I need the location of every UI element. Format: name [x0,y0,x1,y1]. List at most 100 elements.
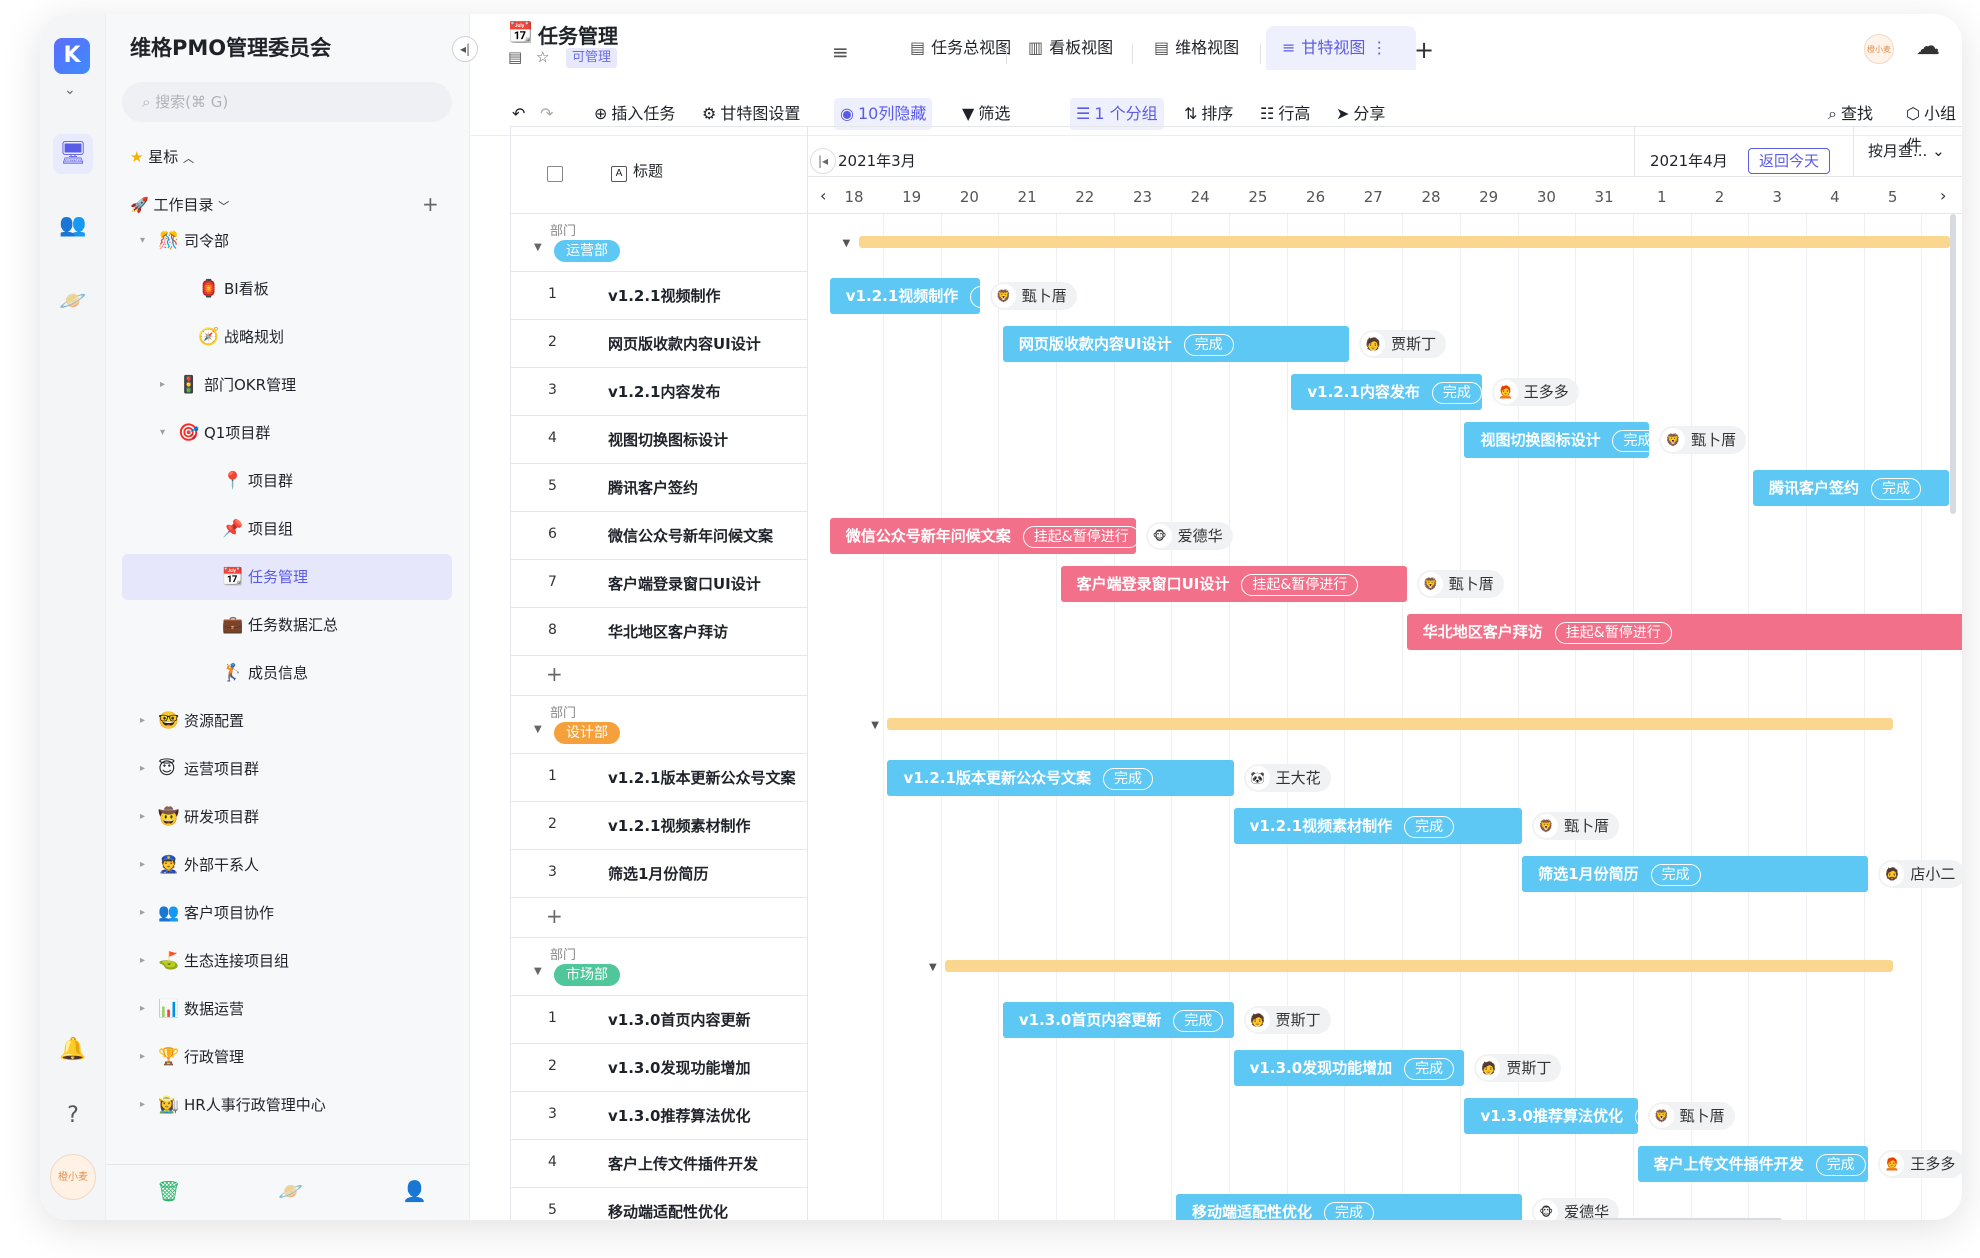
timescale-select[interactable]: 按月查... ⌄ [1853,126,1962,176]
sidebar-item[interactable]: ▸ 🏆 行政管理 [122,1034,452,1080]
description-icon[interactable]: ▤ [508,48,522,66]
invite-member-icon[interactable]: 👤 [402,1179,427,1203]
plus-icon[interactable]: + [546,904,563,928]
caret-down-icon[interactable]: ▾ [140,218,145,264]
owner-chip[interactable]: 🦁 甄卜厝 [1659,426,1747,454]
gantt-task-bar[interactable]: 华北地区客户拜访 挂起&暂停进行 [1406,614,1962,650]
caret-down-icon[interactable]: ▼ [534,242,542,253]
caret-down-icon[interactable]: ▼ [534,966,542,977]
caret-right-icon[interactable]: ▸ [140,1034,145,1080]
owner-chip[interactable]: 🦁 甄卜厝 [989,282,1077,310]
caret-right-icon[interactable]: ▸ [140,890,145,936]
sidebar-item[interactable]: 🧭 战略规划 [122,314,452,360]
add-record-row[interactable]: + [510,898,808,938]
owner-chip[interactable]: 🦁 甄卜厝 [1647,1102,1735,1130]
user-avatar[interactable]: 橙小麦 [50,1154,96,1200]
collaborator-avatar[interactable]: 橙小麦 [1864,34,1894,64]
sidebar-item[interactable]: ▸ 🤓 资源配置 [122,698,452,744]
more-icon[interactable]: ⋮ [1371,38,1387,57]
caret-right-icon[interactable]: ▸ [140,986,145,1032]
gantt-task-bar[interactable]: 客户端登录窗口UI设计 挂起&暂停进行 [1060,566,1407,602]
owner-chip[interactable]: 🐵 爱德华 [1532,1198,1620,1220]
title-column-header[interactable]: A 标题 [611,160,663,182]
gantt-task-bar[interactable]: v1.2.1版本更新公众号文案 完成 [887,760,1234,796]
gantt-task-bar[interactable]: v1.3.0首页内容更新 完成 [1002,1002,1234,1038]
add-view-button[interactable]: + [1414,36,1434,64]
tab-view[interactable]: ▤ 任务总视图 [894,26,1027,70]
table-row[interactable]: 6 微信公众号新年问候文案 [510,512,808,560]
sidebar-item[interactable]: 🏮 BI看板 [122,266,452,312]
members-icon[interactable]: 👥 [53,206,93,246]
sidebar-item[interactable]: 📍 项目群 [122,458,452,504]
table-row[interactable]: 4 客户上传文件插件开发 [510,1140,808,1188]
sidebar-item[interactable]: ▸ 👥 客户项目协作 [122,890,452,936]
sync-cloud-icon[interactable]: ☁ [1916,32,1940,60]
table-row[interactable]: 3 v1.3.0推荐算法优化 [510,1092,808,1140]
owner-chip[interactable]: 🦁 甄卜厝 [1416,570,1504,598]
caret-down-icon[interactable]: ▾ [160,410,165,456]
owner-chip[interactable]: 🧑 贾斯丁 [1359,330,1447,358]
collapse-task-list-icon[interactable]: |◂ [810,148,836,174]
table-row[interactable]: 2 v1.2.1视频素材制作 [510,802,808,850]
owner-chip[interactable]: 🐼 王大花 [1243,764,1331,792]
trash-icon[interactable]: 🗑 [156,1179,181,1203]
caret-right-icon[interactable]: ▸ [140,794,145,840]
view-list-icon[interactable]: ≡ [832,40,849,64]
gantt-task-bar[interactable]: v1.2.1内容发布 完成 [1291,374,1482,410]
workbench-icon[interactable]: 🖥 [53,134,93,174]
owner-chip[interactable]: 🧑‍🦰 王多多 [1491,378,1579,406]
catalog-section[interactable]: 🚀 工作目录 ﹀ [130,194,229,215]
chevron-down-icon[interactable]: ⌄ [64,82,76,98]
planet-icon[interactable]: 🪐 [278,1179,303,1203]
star-outline-icon[interactable]: ☆ [536,48,549,66]
gantt-task-bar[interactable]: v1.3.0发现功能增加 完成 [1233,1050,1465,1086]
app-logo[interactable]: K [54,38,90,74]
caret-right-icon[interactable]: ▸ [140,842,145,888]
sidebar-item[interactable]: ▸ 📊 数据运营 [122,986,452,1032]
table-row[interactable]: 3 筛选1月份简历 [510,850,808,898]
gantt-task-bar[interactable]: 网页版收款内容UI设计 完成 [1002,326,1350,362]
gantt-task-bar[interactable]: 腾讯客户签约 完成 [1752,470,1950,506]
table-row[interactable]: 8 华北地区客户拜访 [510,608,808,656]
starred-section[interactable]: ★ 星标 ︿ [130,146,194,167]
vertical-scrollbar[interactable] [1950,214,1956,514]
help-icon[interactable]: ? [53,1096,93,1136]
tab-view[interactable]: ▥ 看板视图 [1012,26,1129,70]
sidebar-item[interactable]: 📌 项目组 [122,506,452,552]
sidebar-item[interactable]: 📆 任务管理 [122,554,452,600]
search-input[interactable]: ⌕ 搜索(⌘ G) [122,82,452,122]
back-to-today-button[interactable]: 返回今天 [1748,148,1831,174]
table-row[interactable]: 3 v1.2.1内容发布 [510,368,808,416]
sidebar-item[interactable]: ▾ 🎯 Q1项目群 [122,410,452,456]
table-row[interactable]: 5 腾讯客户签约 [510,464,808,512]
owner-chip[interactable]: 🧑‍🦰 王多多 [1878,1150,1962,1178]
select-all-checkbox[interactable] [547,166,563,182]
sidebar-item[interactable]: ▸ 🚦 部门OKR管理 [122,362,452,408]
gantt-task-bar[interactable]: v1.3.0推荐算法优化完成 [1464,1098,1685,1134]
gantt-task-bar[interactable]: 客户上传文件插件开发 完成 [1637,1146,1869,1182]
table-row[interactable]: 5 移动端适配性优化 [510,1188,808,1220]
caret-right-icon[interactable]: ▸ [140,746,145,792]
table-row[interactable]: 1 v1.2.1视频制作 [510,272,808,320]
gantt-task-bar[interactable]: 视图切换图标设计 完成 [1464,422,1663,458]
caret-right-icon[interactable]: ▸ [140,1082,145,1128]
bell-icon[interactable]: 🔔 [53,1030,93,1070]
table-row[interactable]: 4 视图切换图标设计 [510,416,808,464]
table-row[interactable]: 7 客户端登录窗口UI设计 [510,560,808,608]
table-row[interactable]: 1 v1.3.0首页内容更新 [510,996,808,1044]
table-row[interactable]: 2 网页版收款内容UI设计 [510,320,808,368]
sidebar-item[interactable]: ▸ ⛳ 生态连接项目组 [122,938,452,984]
sidebar-item[interactable]: ▸ 😇 运营项目群 [122,746,452,792]
gantt-task-bar[interactable]: v1.2.1视频素材制作 完成 [1233,808,1523,844]
caret-down-icon[interactable]: ▼ [929,962,937,973]
owner-chip[interactable]: 🐵 爱德华 [1145,522,1233,550]
caret-right-icon[interactable]: ▸ [140,938,145,984]
plus-icon[interactable]: + [546,662,563,686]
table-row[interactable]: 1 v1.2.1版本更新公众号文案 [510,754,808,802]
next-arrow-icon[interactable]: › [1940,186,1946,205]
sidebar-item[interactable]: ▸ 👩‍🌾 HR人事行政管理中心 [122,1082,452,1128]
sidebar-item[interactable]: 💼 任务数据汇总 [122,602,452,648]
horizontal-scrollbar[interactable] [1566,1218,1782,1220]
caret-down-icon[interactable]: ▼ [842,238,850,249]
owner-chip[interactable]: 🧑 贾斯丁 [1243,1006,1331,1034]
